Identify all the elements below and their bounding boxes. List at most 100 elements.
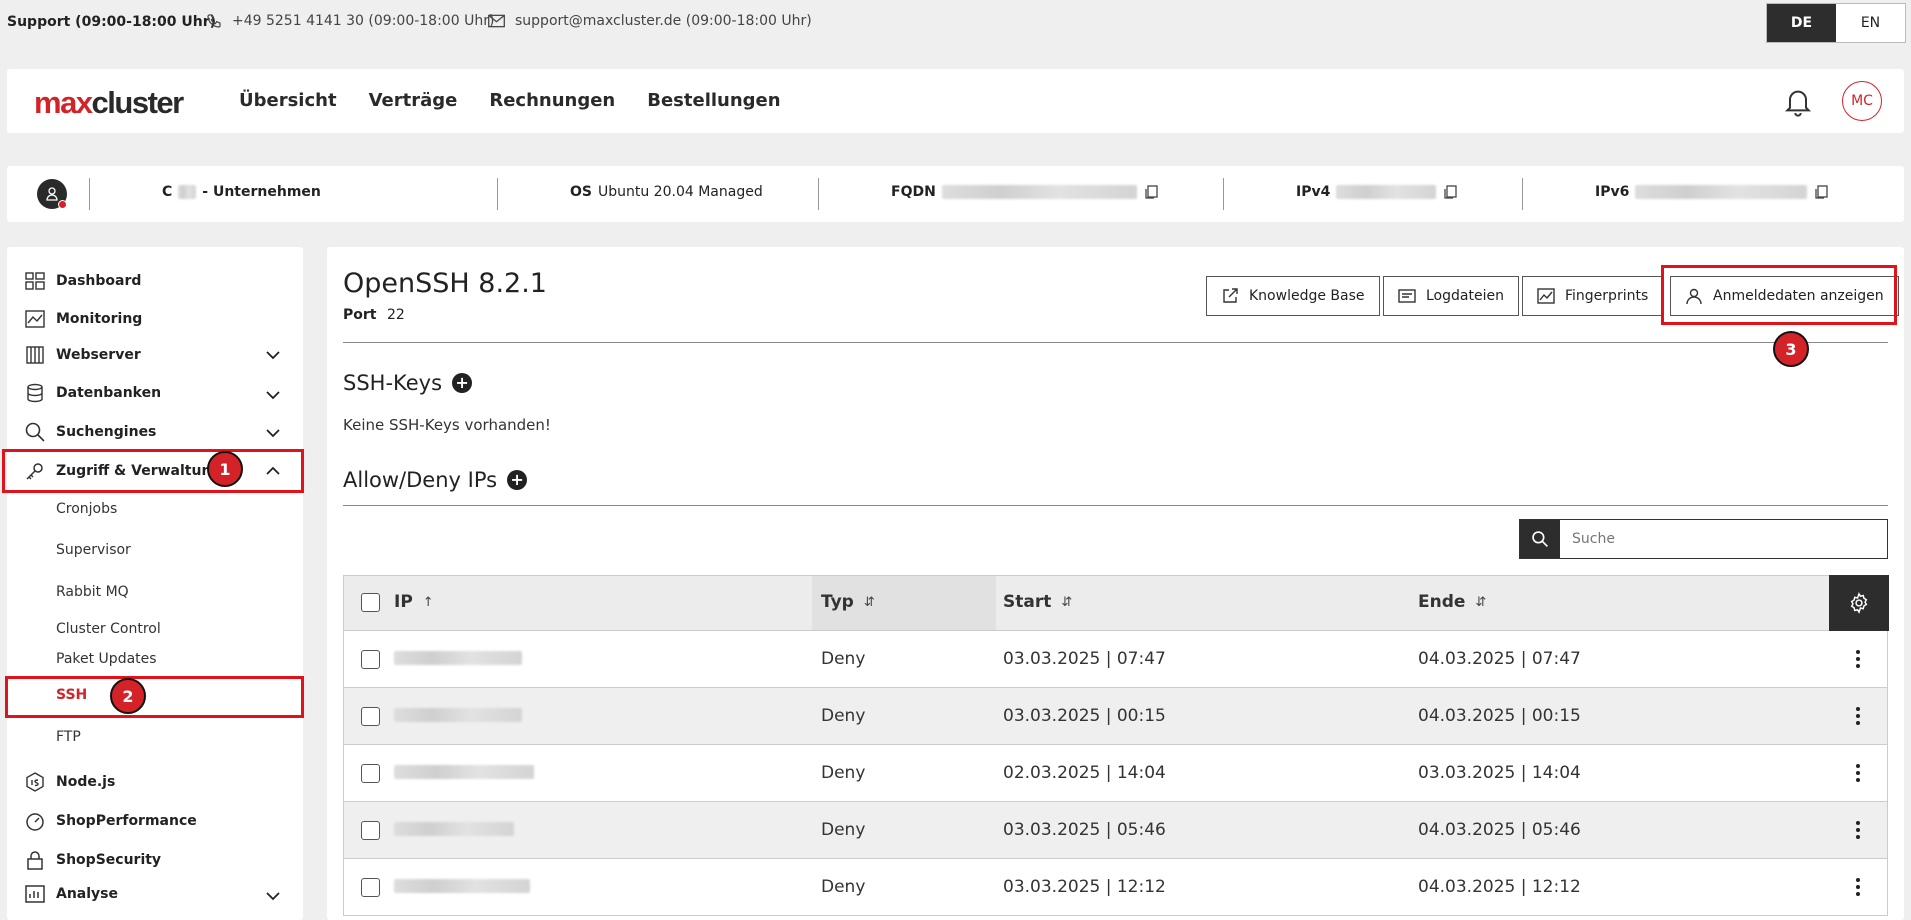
divider	[818, 178, 819, 210]
lang-de-button[interactable]: DE	[1767, 4, 1836, 42]
column-header-typ[interactable]: Typ ⇵	[821, 592, 875, 612]
more-vertical-icon[interactable]	[1850, 818, 1866, 842]
search-input[interactable]	[1560, 520, 1887, 558]
divider	[497, 178, 498, 210]
sidebar-item-monitoring[interactable]: Monitoring	[24, 308, 142, 330]
redacted-fqdn	[941, 185, 1137, 199]
logdateien-button[interactable]: Logdateien	[1383, 276, 1519, 316]
button-label: Knowledge Base	[1249, 288, 1365, 304]
ipv6-label: IPv6	[1595, 184, 1630, 200]
search-button[interactable]	[1520, 520, 1560, 558]
select-all-checkbox[interactable]	[361, 593, 380, 612]
cell-ende: 04.03.2025 | 07:47	[1418, 649, 1581, 669]
chevron-down-icon[interactable]	[265, 425, 281, 441]
fingerprints-button[interactable]: Fingerprints	[1522, 276, 1664, 316]
gear-icon	[1850, 592, 1868, 614]
os-value: Ubuntu 20.04 Managed	[597, 184, 763, 200]
divider	[89, 178, 90, 210]
sidebar-sub-cluster-control[interactable]: Cluster Control	[56, 621, 161, 637]
nav-rechnungen[interactable]: Rechnungen	[489, 90, 615, 111]
ssh-keys-section-title: SSH-Keys +	[343, 371, 473, 395]
sidebar-item-suchengines[interactable]: Suchengines	[24, 421, 156, 443]
sidebar-item-label: Dashboard	[56, 273, 142, 289]
port-label: Port	[343, 307, 377, 323]
section-title: Allow/Deny IPs	[343, 468, 498, 492]
row-checkbox[interactable]	[361, 821, 380, 840]
row-checkbox[interactable]	[361, 707, 380, 726]
copy-icon[interactable]	[1813, 184, 1829, 200]
sidebar-sub-rabbitmq[interactable]: Rabbit MQ	[56, 584, 129, 600]
column-header-ende[interactable]: Ende ⇵	[1418, 592, 1486, 612]
nodejs-icon	[26, 772, 44, 792]
column-header-start[interactable]: Start ⇵	[1003, 592, 1072, 612]
sidebar-sub-paket-updates[interactable]: Paket Updates	[56, 651, 157, 667]
chevron-down-icon[interactable]	[265, 347, 281, 363]
row-checkbox[interactable]	[361, 764, 380, 783]
company-info: C - Unternehmen	[162, 184, 321, 200]
bell-icon[interactable]	[1782, 85, 1814, 117]
cell-start: 03.03.2025 | 12:12	[1003, 877, 1166, 897]
sidebar-item-shopperformance[interactable]: ShopPerformance	[24, 810, 197, 832]
copy-icon[interactable]	[1143, 184, 1159, 200]
more-vertical-icon[interactable]	[1850, 761, 1866, 785]
copy-icon[interactable]	[1442, 184, 1458, 200]
table-row[interactable]: Deny 02.03.2025 | 14:04 03.03.2025 | 14:…	[343, 745, 1888, 802]
sidebar-sub-ftp[interactable]: FTP	[56, 729, 81, 745]
redacted-ipv6	[1635, 185, 1808, 199]
ipv4-info: IPv4	[1296, 184, 1458, 200]
os-label: OS	[570, 184, 592, 200]
support-phone[interactable]: +49 5251 4141 30 (09:00-18:00 Uhr)	[206, 13, 494, 29]
os-info: OS Ubuntu 20.04 Managed	[570, 184, 763, 200]
chevron-down-icon[interactable]	[265, 888, 281, 904]
add-ssh-key-button[interactable]: +	[452, 373, 473, 393]
more-vertical-icon[interactable]	[1850, 704, 1866, 728]
nav-links: Übersicht Verträge Rechnungen Bestellung…	[239, 90, 781, 111]
table-row[interactable]: Deny 03.03.2025 | 12:12 04.03.2025 | 12:…	[343, 859, 1888, 916]
more-vertical-icon[interactable]	[1850, 875, 1866, 899]
row-checkbox[interactable]	[361, 650, 380, 669]
divider	[1522, 178, 1523, 210]
divider	[1223, 178, 1224, 210]
sidebar-item-nodejs[interactable]: Node.js	[24, 771, 115, 793]
logo-max: max	[34, 85, 93, 120]
cell-typ: Deny	[821, 649, 866, 669]
monitoring-icon	[25, 310, 45, 328]
annotation-highlight-2	[5, 676, 304, 718]
language-switch: DE EN	[1766, 3, 1906, 43]
company-prefix: C	[162, 184, 173, 200]
sidebar-item-label: Datenbanken	[56, 385, 162, 401]
sidebar-item-label: Webserver	[56, 347, 141, 363]
button-label: Logdateien	[1426, 288, 1504, 304]
table-row[interactable]: Deny 03.03.2025 | 00:15 04.03.2025 | 00:…	[343, 688, 1888, 745]
more-vertical-icon[interactable]	[1850, 647, 1866, 671]
support-hours: Support (09:00-18:00 Uhr)	[7, 14, 217, 30]
chevron-down-icon[interactable]	[265, 387, 281, 403]
table-row[interactable]: Deny 03.03.2025 | 07:47 04.03.2025 | 07:…	[343, 631, 1888, 688]
sidebar-item-analyse[interactable]: Analyse	[24, 883, 118, 905]
user-avatar[interactable]: MC	[1842, 81, 1882, 121]
sidebar-sub-supervisor[interactable]: Supervisor	[56, 542, 131, 558]
sidebar-sub-cronjobs[interactable]: Cronjobs	[56, 501, 117, 517]
cell-ende: 03.03.2025 | 14:04	[1418, 763, 1581, 783]
sidebar-item-webserver[interactable]: Webserver	[24, 344, 141, 366]
annotation-badge-1: 1	[207, 451, 243, 487]
sort-icon: ⇵	[1061, 594, 1073, 610]
nav-vertraege[interactable]: Verträge	[369, 90, 458, 111]
column-header-ip[interactable]: IP ↑	[394, 592, 434, 612]
lang-en-button[interactable]: EN	[1836, 4, 1905, 42]
page-title: OpenSSH 8.2.1	[343, 268, 547, 299]
knowledge-base-button[interactable]: Knowledge Base	[1206, 276, 1380, 316]
maxcluster-logo[interactable]: maxcluster	[34, 85, 184, 121]
support-email[interactable]: support@maxcluster.de (09:00-18:00 Uhr)	[488, 13, 812, 29]
sidebar-item-label: Node.js	[56, 774, 116, 790]
sidebar-item-shopsecurity[interactable]: ShopSecurity	[24, 849, 161, 871]
sidebar-item-dashboard[interactable]: Dashboard	[24, 270, 141, 292]
sort-icon: ⇵	[1475, 594, 1487, 610]
table-row[interactable]: Deny 03.03.2025 | 05:46 04.03.2025 | 05:…	[343, 802, 1888, 859]
table-settings-button[interactable]	[1829, 575, 1889, 631]
add-ip-rule-button[interactable]: +	[507, 470, 528, 490]
row-checkbox[interactable]	[361, 878, 380, 897]
nav-uebersicht[interactable]: Übersicht	[239, 90, 337, 111]
sidebar-item-datenbanken[interactable]: Datenbanken	[24, 382, 161, 404]
nav-bestellungen[interactable]: Bestellungen	[647, 90, 780, 111]
